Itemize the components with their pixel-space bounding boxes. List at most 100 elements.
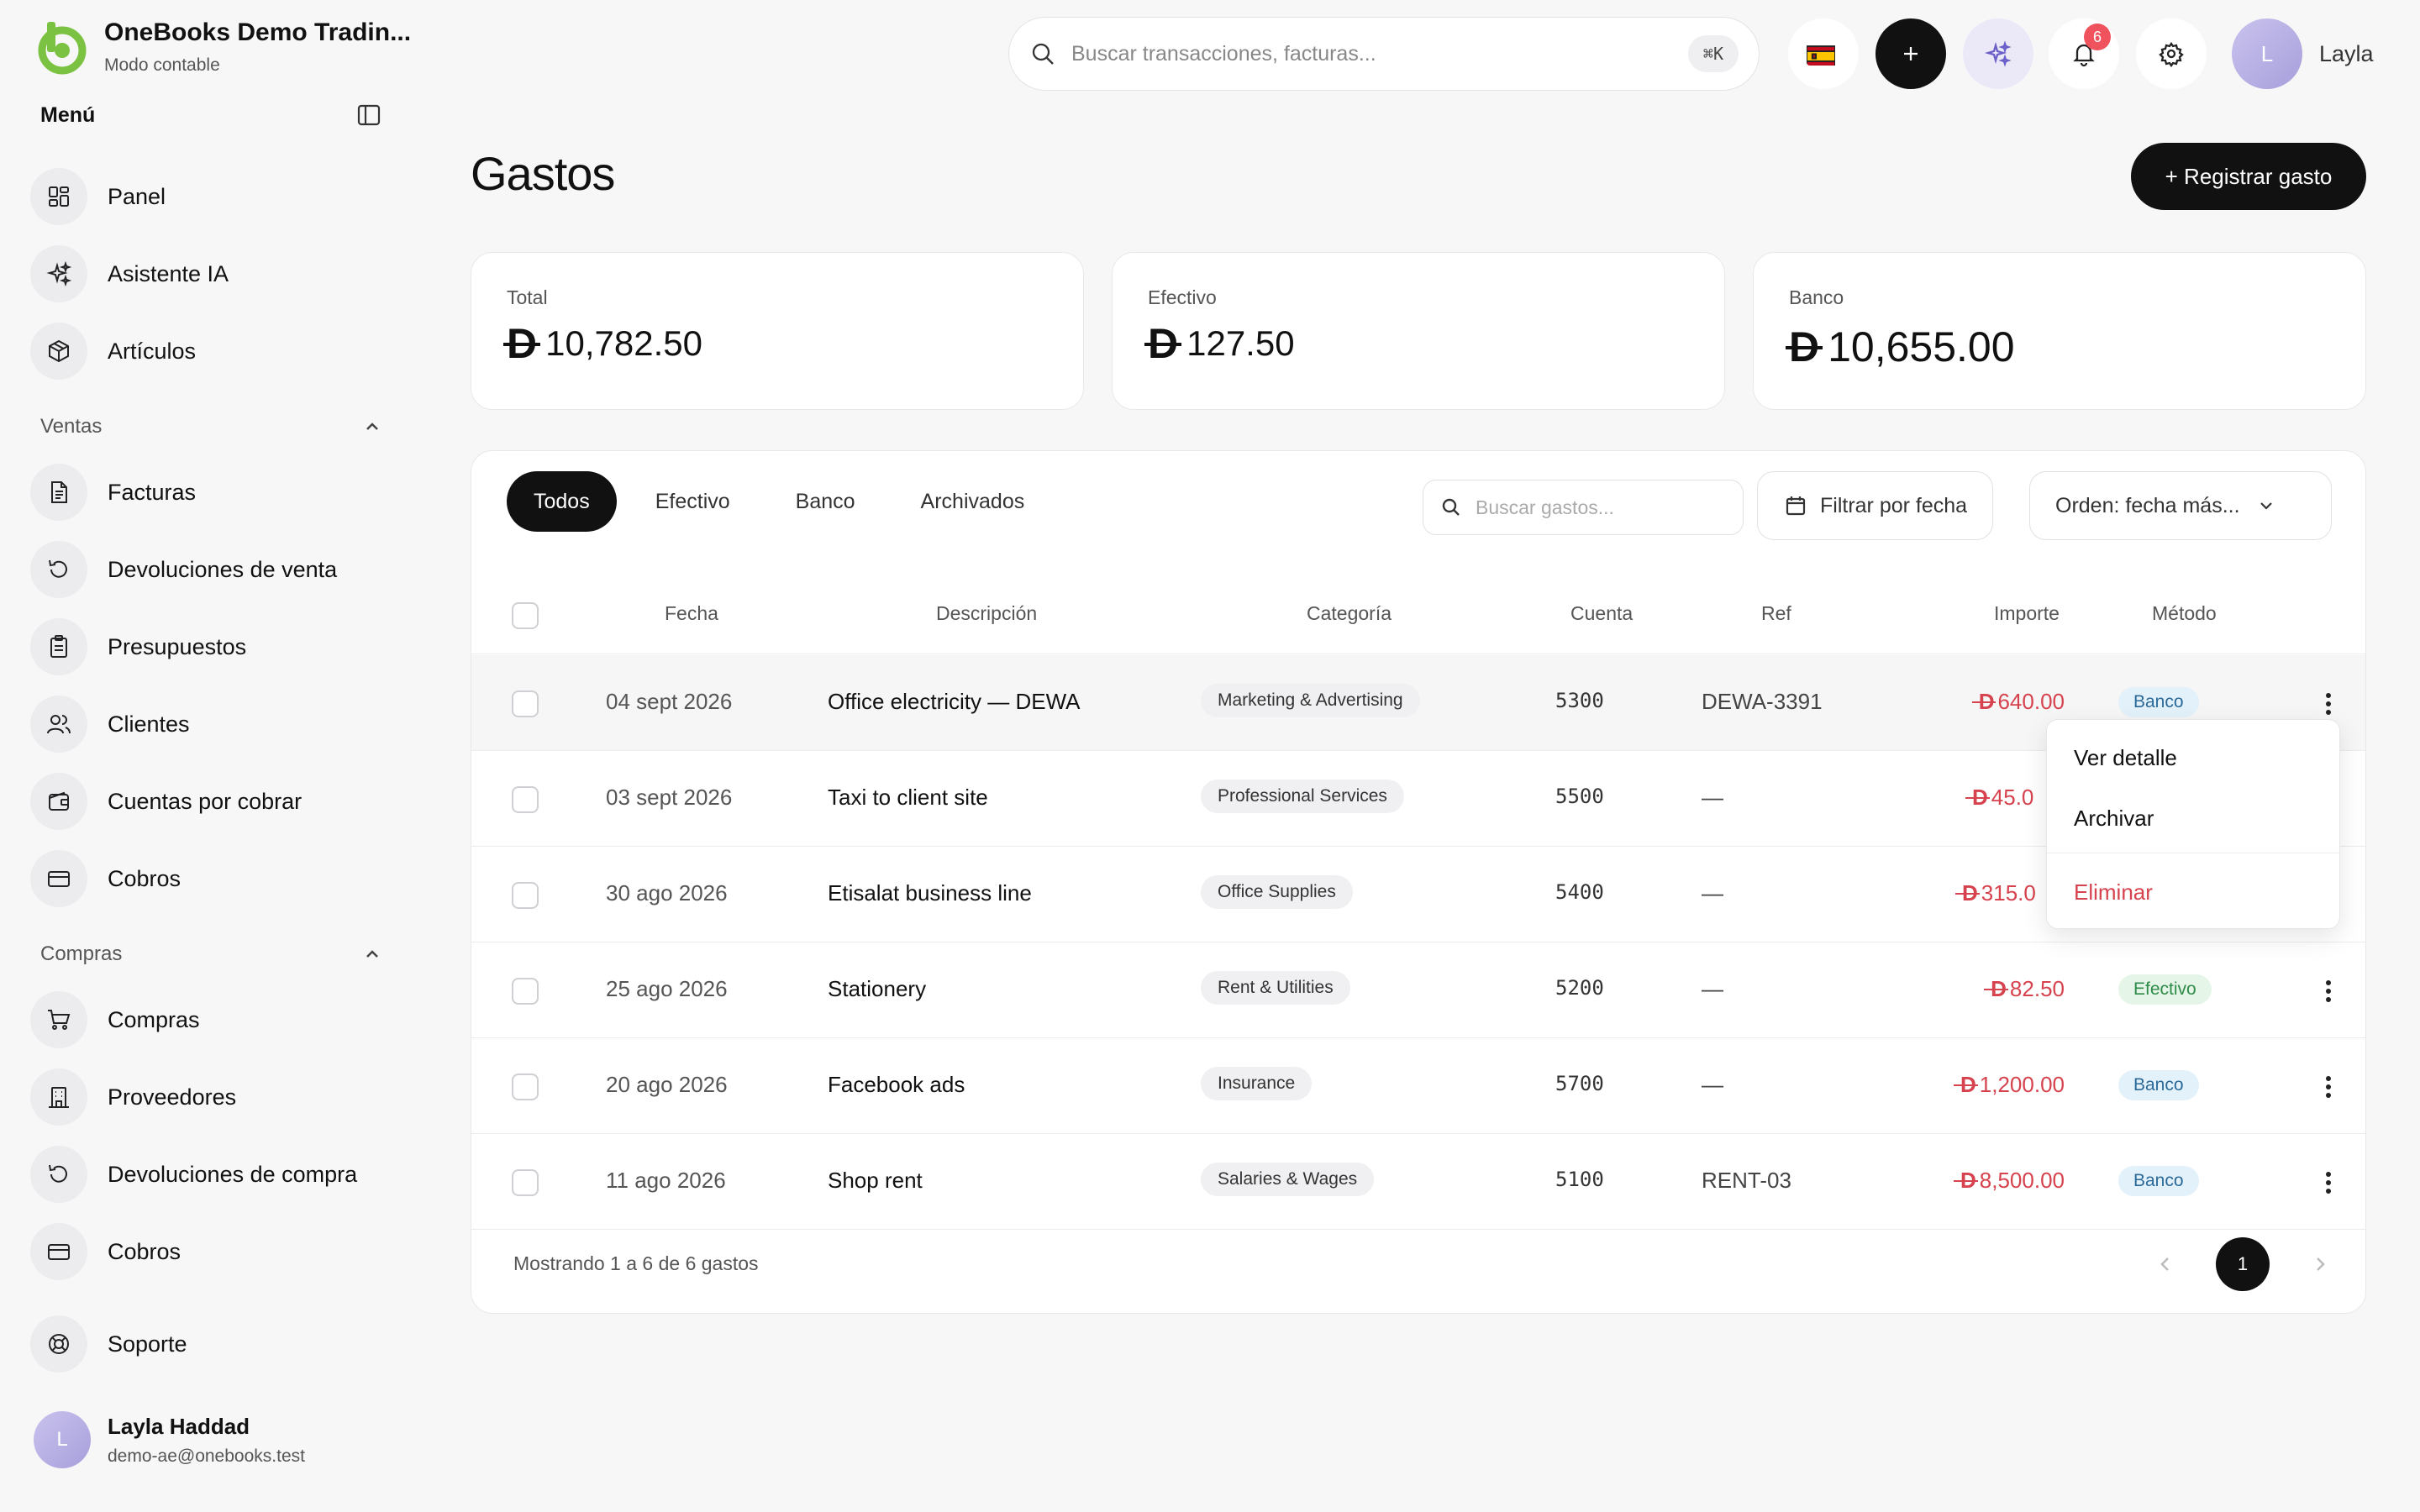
- table-header: Fecha Descripción Categoría Cuenta Ref I…: [471, 577, 2365, 654]
- table-row[interactable]: 20 ago 2026 Facebook ads Insurance 5700 …: [471, 1038, 2365, 1134]
- shortcut-hint: ⌘K: [1687, 35, 1739, 72]
- cell-importe: D 1,200.00: [1960, 1072, 2065, 1098]
- row-actions-kebab-icon[interactable]: [2312, 685, 2345, 722]
- company-name: OneBooks Demo Tradin...: [104, 18, 412, 46]
- global-search-input[interactable]: [1071, 41, 1688, 66]
- category-pill: Marketing & Advertising: [1201, 684, 1420, 717]
- column-header-metodo[interactable]: Método: [2152, 602, 2217, 625]
- cell-fecha: 03 sept 2026: [606, 785, 733, 810]
- sidebar-item-soporte[interactable]: Soporte: [30, 1312, 383, 1376]
- settings-button[interactable]: [2136, 18, 2207, 89]
- sidebar-item-asistente-ia[interactable]: Asistente IA: [30, 242, 383, 306]
- account-menu[interactable]: L Layla: [2232, 18, 2374, 89]
- sidebar-item-cobros-compras[interactable]: Cobros: [30, 1220, 383, 1284]
- table-row[interactable]: 25 ago 2026 Stationery Rent & Utilities …: [471, 942, 2365, 1038]
- sidebar-user-card[interactable]: L Layla Haddad demo-ae@onebooks.test: [34, 1411, 305, 1468]
- global-search[interactable]: ⌘K: [1008, 17, 1760, 91]
- column-header-descripcion[interactable]: Descripción: [936, 602, 1037, 625]
- tab-archivados[interactable]: Archivados: [894, 471, 1052, 532]
- sidebar-item-proveedores[interactable]: Proveedores: [30, 1065, 383, 1129]
- row-checkbox[interactable]: [512, 882, 539, 909]
- clipboard-icon: [30, 618, 87, 675]
- sidebar: OneBooks Demo Tradin... Modo contable Me…: [0, 0, 412, 1512]
- section-compras[interactable]: Compras: [40, 942, 381, 966]
- cell-ref: —: [1702, 976, 1723, 1001]
- cell-cuenta: 5200: [1555, 976, 1604, 1000]
- sidebar-item-panel[interactable]: Panel: [30, 165, 383, 228]
- search-icon: [1442, 498, 1460, 516]
- tab-banco[interactable]: Banco: [769, 471, 882, 532]
- sort-select[interactable]: Orden: fecha más...: [2029, 471, 2332, 540]
- account-name: Layla: [2319, 40, 2374, 66]
- column-header-cuenta[interactable]: Cuenta: [1570, 602, 1633, 625]
- sidebar-item-compras[interactable]: Compras: [30, 988, 383, 1052]
- previous-page-button[interactable]: [2149, 1247, 2182, 1281]
- cell-fecha: 25 ago 2026: [606, 976, 728, 1001]
- row-checkbox[interactable]: [512, 1169, 539, 1196]
- plus-icon: [1904, 47, 1918, 60]
- section-label: Compras: [40, 942, 123, 965]
- next-page-button[interactable]: [2303, 1247, 2337, 1281]
- stat-card-total: Total D 10,782.50: [471, 252, 1084, 410]
- brand[interactable]: OneBooks Demo Tradin... Modo contable: [32, 18, 411, 76]
- expense-search-input[interactable]: [1476, 496, 1726, 519]
- cell-descripcion: Taxi to client site: [828, 785, 988, 810]
- cell-ref: RENT-03: [1702, 1168, 1791, 1193]
- select-all-checkbox[interactable]: [512, 602, 539, 629]
- sidebar-item-cuentas-por-cobrar[interactable]: Cuentas por cobrar: [30, 769, 383, 833]
- language-button[interactable]: [1788, 18, 1859, 89]
- cell-cuenta: 5100: [1555, 1168, 1604, 1191]
- sidebar-item-devoluciones-venta[interactable]: Devoluciones de venta: [30, 538, 383, 601]
- sidebar-item-clientes[interactable]: Clientes: [30, 692, 383, 756]
- sidebar-item-devoluciones-compra[interactable]: Devoluciones de compra: [30, 1142, 383, 1206]
- row-checkbox[interactable]: [512, 978, 539, 1005]
- amount-value: 1,200.00: [1979, 1072, 2065, 1097]
- ai-assistant-button[interactable]: [1963, 18, 2033, 89]
- row-actions-kebab-icon[interactable]: [2312, 1068, 2345, 1105]
- onebooks-logo-icon: [38, 22, 87, 75]
- notifications-button[interactable]: 6: [2049, 18, 2119, 89]
- box-icon: [30, 323, 87, 380]
- row-checkbox[interactable]: [512, 1074, 539, 1100]
- sidebar-toggle-icon[interactable]: [356, 102, 381, 128]
- page-number-button[interactable]: 1: [2216, 1237, 2270, 1291]
- menu-item-eliminar[interactable]: Eliminar: [2074, 879, 2153, 906]
- search-icon: [1032, 43, 1054, 65]
- sidebar-item-articulos[interactable]: Artículos: [30, 319, 383, 383]
- cell-descripcion: Facebook ads: [828, 1072, 965, 1097]
- cell-importe: D 8,500.00: [1960, 1168, 2065, 1194]
- column-header-categoria[interactable]: Categoría: [1307, 602, 1392, 625]
- table-row[interactable]: 11 ago 2026 Shop rent Salaries & Wages 5…: [471, 1134, 2365, 1230]
- date-filter-button[interactable]: Filtrar por fecha: [1757, 471, 1994, 540]
- calendar-icon: [1786, 496, 1806, 516]
- menu-item-ver-detalle[interactable]: Ver detalle: [2074, 745, 2177, 771]
- cell-fecha: 04 sept 2026: [606, 689, 733, 714]
- row-checkbox[interactable]: [512, 690, 539, 717]
- chevron-up-icon: [366, 423, 378, 430]
- sidebar-item-cobros-ventas[interactable]: Cobros: [30, 847, 383, 911]
- menu-item-archivar[interactable]: Archivar: [2074, 806, 2154, 832]
- column-header-importe[interactable]: Importe: [1994, 602, 2060, 625]
- sidebar-item-facturas[interactable]: Facturas: [30, 460, 383, 524]
- column-header-ref[interactable]: Ref: [1761, 602, 1791, 625]
- cell-importe: D 640.00: [1979, 689, 2065, 715]
- sidebar-item-label: Cuentas por cobrar: [108, 788, 302, 814]
- register-expense-button[interactable]: + Registrar gasto: [2131, 143, 2366, 210]
- cell-ref: —: [1702, 1072, 1723, 1097]
- row-checkbox[interactable]: [512, 786, 539, 813]
- cell-importe: D 315.0: [1962, 880, 2036, 906]
- menu-title: Menú: [40, 102, 96, 127]
- company-mode: Modo contable: [104, 55, 220, 75]
- stat-value: 10,655.00: [1828, 323, 2015, 370]
- row-actions-kebab-icon[interactable]: [2312, 973, 2345, 1010]
- tab-todos[interactable]: Todos: [507, 471, 617, 532]
- building-icon: [30, 1068, 87, 1126]
- tab-efectivo[interactable]: Efectivo: [629, 471, 757, 532]
- row-actions-kebab-icon[interactable]: [2312, 1164, 2345, 1201]
- column-header-fecha[interactable]: Fecha: [665, 602, 718, 625]
- chevron-left-icon: [2160, 1257, 2169, 1271]
- expense-search[interactable]: [1423, 480, 1744, 535]
- quick-add-button[interactable]: [1876, 18, 1946, 89]
- section-ventas[interactable]: Ventas: [40, 415, 381, 438]
- sidebar-item-presupuestos[interactable]: Presupuestos: [30, 615, 383, 679]
